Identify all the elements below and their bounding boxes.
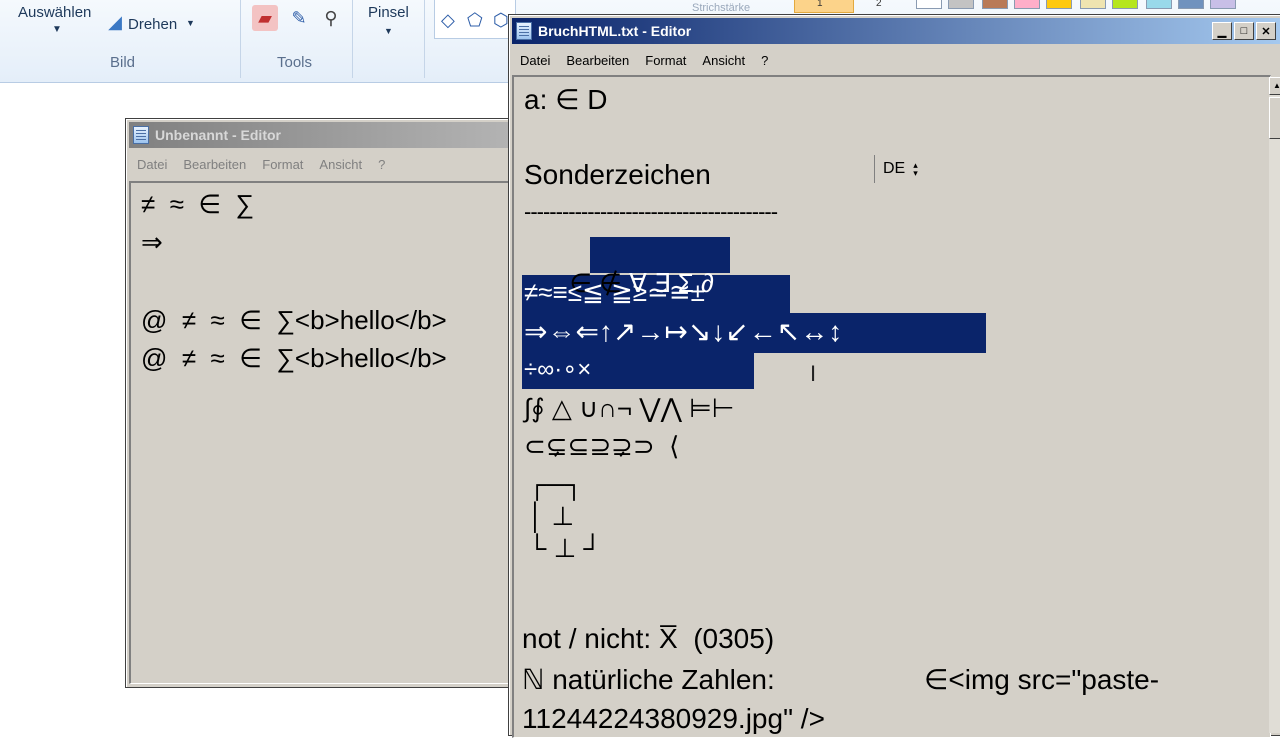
brush-dropdown-icon[interactable]: ▼ <box>384 26 393 36</box>
rotate-button[interactable]: Drehen <box>128 16 177 33</box>
language-spinner-icon[interactable]: ▴ ▾ <box>913 161 918 178</box>
pentagon-shape-icon[interactable]: ⬠ <box>467 10 483 31</box>
menu-bearbeiten[interactable]: Bearbeiten <box>175 157 254 172</box>
text-line: ⇒⇔⇐↑↗→↦↘↓↙←↖↔↕ <box>524 316 843 347</box>
menu-datei[interactable]: Datei <box>129 157 175 172</box>
text-line: ┌─┐ <box>528 469 584 499</box>
notepad-icon <box>516 22 532 40</box>
text-editor[interactable]: ≠ ≈ ∈ ∑ ⇒ @ ≠ ≈ ∈ ∑<b>hello</b> @ ≠ ≈ ∈ … <box>129 181 522 684</box>
scroll-thumb[interactable] <box>1269 97 1280 139</box>
palette-swatch[interactable] <box>948 0 974 9</box>
maximize-button[interactable]: □ <box>1234 22 1254 40</box>
menu-bar: Datei Bearbeiten Format Ansicht ? <box>512 49 1280 71</box>
palette-swatch[interactable] <box>1210 0 1236 9</box>
menu-ansicht[interactable]: Ansicht <box>311 157 370 172</box>
title-bar[interactable]: BruchHTML.txt - Editor ▁ □ ✕ <box>512 18 1280 44</box>
text-line: ---------------------------------------- <box>524 199 778 224</box>
text-line: └ ⊥ ┘ <box>528 533 602 563</box>
color-1-button[interactable]: 1 <box>794 0 854 13</box>
select-button[interactable]: Auswählen <box>18 4 91 21</box>
menu-bearbeiten[interactable]: Bearbeiten <box>558 53 637 68</box>
palette-swatch[interactable] <box>1046 0 1072 9</box>
text-line: @ ≠ ≈ ∈ ∑<b>hello</b> <box>141 343 447 373</box>
color-picker-icon[interactable]: ✎ <box>286 5 312 31</box>
text-line: ÷∞·∘× <box>524 356 592 383</box>
text-line: ℕ natürliche Zahlen: <box>522 664 775 695</box>
text-line: ∫∮ △ ∪∩¬ ⋁⋀ ⊨⊢ <box>524 393 735 423</box>
text-cursor-icon: I <box>810 361 817 386</box>
vertical-scrollbar[interactable]: ▲ <box>1269 77 1280 733</box>
shapes-gallery[interactable]: ◇ ⬠ ⬡ <box>434 0 516 39</box>
palette-swatch[interactable] <box>1178 0 1204 9</box>
menu-help[interactable]: ? <box>370 157 393 172</box>
brush-button[interactable]: Pinsel <box>368 4 409 21</box>
menu-format[interactable]: Format <box>637 53 694 68</box>
menu-ansicht[interactable]: Ansicht <box>694 53 753 68</box>
window-title: BruchHTML.txt - Editor <box>538 23 692 39</box>
notepad-icon <box>133 126 149 144</box>
palette-swatch[interactable] <box>1146 0 1172 9</box>
palette-swatch[interactable] <box>982 0 1008 9</box>
text-line: ∈<img src="paste- <box>924 664 1160 695</box>
title-bar[interactable]: Unbenannt - Editor <box>129 122 523 148</box>
rotate-dropdown-icon[interactable]: ▼ <box>186 18 195 28</box>
ribbon-separator <box>240 0 241 78</box>
text-line: │ ⊥ <box>528 501 575 531</box>
palette-swatch[interactable] <box>1014 0 1040 9</box>
hexagon-shape-icon[interactable]: ⬡ <box>493 10 509 31</box>
language-indicator[interactable]: DE ▴ ▾ <box>874 155 935 183</box>
diamond-shape-icon[interactable]: ◇ <box>441 10 455 31</box>
menu-datei[interactable]: Datei <box>512 53 558 68</box>
text-line: @ ≠ ≈ ∈ ∑<b>hello</b> <box>141 305 447 335</box>
text-line: 11244224380929.jpg" /> <box>522 703 825 734</box>
menu-help[interactable]: ? <box>753 53 776 68</box>
ribbon-separator <box>424 0 425 78</box>
text-line: ≠≈≡≤≦ ≧≥≃≅± <box>524 277 705 307</box>
eraser-icon[interactable]: ▰ <box>252 5 278 31</box>
magnifier-icon[interactable]: ⚲ <box>318 5 344 31</box>
language-label: DE <box>883 160 906 177</box>
palette-swatch[interactable] <box>1080 0 1106 9</box>
group-label-tools: Tools <box>277 54 313 71</box>
select-dropdown-icon[interactable]: ▼ <box>52 24 62 35</box>
size-label: Strichstärke <box>692 2 751 14</box>
window-title: Unbenannt - Editor <box>155 127 281 143</box>
group-label-image: Bild <box>110 54 136 71</box>
color-1-label: 1 <box>817 0 823 9</box>
text-editor[interactable]: a: ∈ D Sonderzeichen DE ▴ ▾ -------------… <box>512 75 1271 738</box>
text-line: ⇒ <box>141 227 163 257</box>
text-line: Sonderzeichen <box>524 159 711 190</box>
palette-swatch[interactable] <box>916 0 942 9</box>
text-line: ≠ ≈ ∈ ∑ <box>141 189 255 219</box>
menu-bar: Datei Bearbeiten Format Ansicht ? <box>129 153 523 175</box>
scroll-up-button[interactable]: ▲ <box>1269 77 1280 95</box>
text-line: a: ∈ D <box>524 84 608 115</box>
minimize-button[interactable]: ▁ <box>1212 22 1232 40</box>
text-line: not / nicht: X̅ (0305) <box>522 623 775 654</box>
notepad-window-bruchhtml[interactable]: BruchHTML.txt - Editor ▁ □ ✕ Datei Bearb… <box>508 14 1280 738</box>
close-button[interactable]: ✕ <box>1256 22 1276 40</box>
text-line: ⊂⊊⊆⊇⊋⊃ ⟨ <box>524 431 680 461</box>
menu-format[interactable]: Format <box>254 157 311 172</box>
notepad-window-untitled[interactable]: Unbenannt - Editor Datei Bearbeiten Form… <box>125 118 527 688</box>
rotate-icon: ◢ <box>108 11 122 32</box>
color-2-label[interactable]: 2 <box>876 0 882 9</box>
ribbon-separator <box>352 0 353 78</box>
palette-swatch[interactable] <box>1112 0 1138 9</box>
